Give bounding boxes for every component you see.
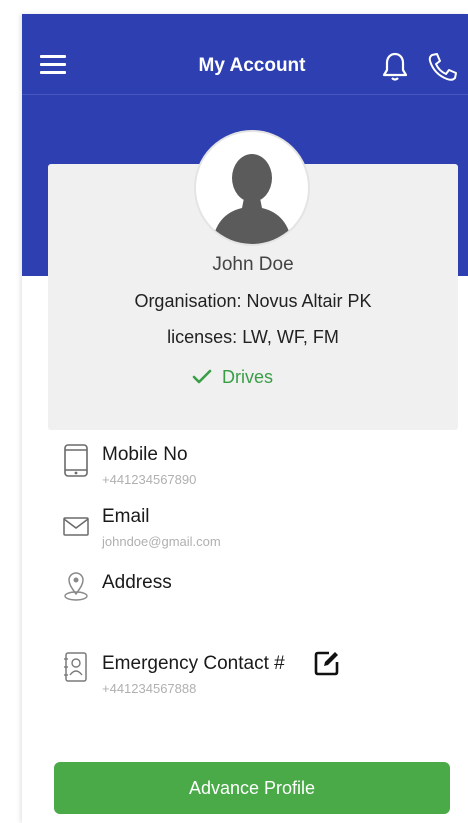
envelope-icon	[63, 517, 89, 536]
user-avatar-icon	[212, 154, 292, 244]
account-screen: My Account John Doe Organisation: Novus …	[22, 14, 468, 823]
location-pin-icon	[64, 572, 88, 601]
address-label: Address	[102, 572, 172, 593]
profile-avatar[interactable]	[194, 130, 310, 246]
emergency-contact-row: Emergency Contact # +441234567888	[62, 651, 462, 701]
address-row: Address	[62, 570, 462, 610]
profile-licenses: licenses: LW, WF, FM	[167, 327, 339, 347]
menu-button[interactable]	[38, 52, 68, 78]
profile-name: John Doe	[212, 254, 294, 275]
email-value: johndoe@gmail.com	[102, 534, 221, 549]
check-icon	[192, 369, 212, 384]
phone-icon	[428, 53, 457, 81]
email-label: Email	[102, 506, 150, 527]
notifications-button[interactable]	[380, 51, 410, 83]
mobile-row: Mobile No +441234567890	[62, 442, 462, 492]
bell-icon	[382, 52, 408, 81]
call-button[interactable]	[426, 51, 460, 83]
emergency-contact-value: +441234567888	[102, 681, 197, 696]
contact-book-icon	[64, 652, 87, 682]
topbar-divider	[22, 94, 468, 95]
edit-emergency-contact-button[interactable]	[314, 650, 340, 676]
edit-icon	[314, 651, 339, 676]
drives-status: Drives	[192, 365, 273, 389]
mobile-value: +441234567890	[102, 472, 197, 487]
advance-profile-button[interactable]: Advance Profile	[54, 762, 450, 814]
mobile-label: Mobile No	[102, 444, 188, 465]
mobile-phone-icon	[64, 444, 88, 477]
drives-label: Drives	[222, 366, 274, 387]
page-title: My Account	[198, 55, 306, 76]
email-row: Email johndoe@gmail.com	[62, 504, 462, 554]
emergency-contact-label: Emergency Contact #	[102, 653, 285, 674]
top-app-bar: My Account	[22, 14, 468, 96]
profile-organisation: Organisation: Novus Altair PK	[134, 291, 372, 311]
